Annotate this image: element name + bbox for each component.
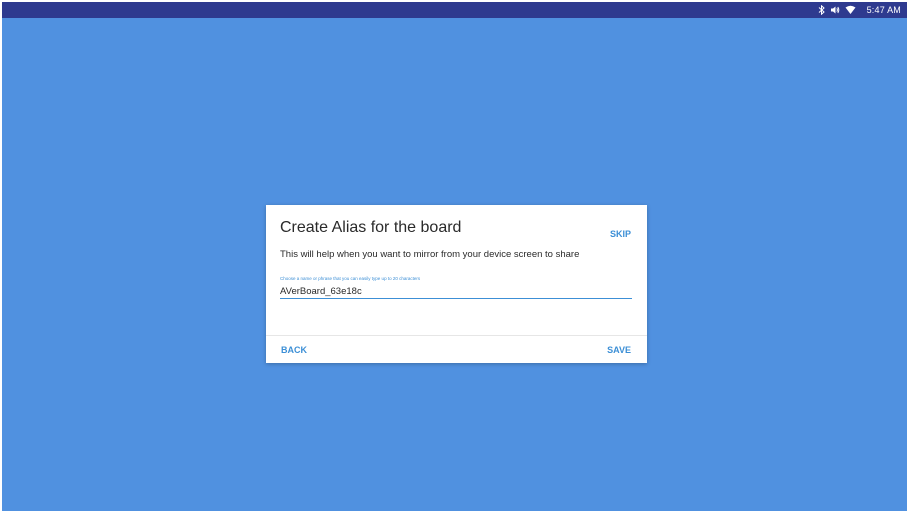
dialog-divider (266, 335, 647, 336)
alias-field-hint: Choose a name or phrase that you can eas… (280, 276, 421, 281)
volume-icon (830, 5, 840, 15)
dialog-title: Create Alias for the board (280, 219, 462, 236)
status-bar: 5:47 AM (2, 2, 907, 18)
screen: 5:47 AM Create Alias for the board SKIP … (2, 2, 907, 511)
status-icons: 5:47 AM (818, 2, 901, 18)
save-button[interactable]: SAVE (607, 345, 631, 355)
status-time: 5:47 AM (866, 5, 901, 15)
bluetooth-icon (818, 5, 825, 15)
wifi-icon (845, 5, 856, 15)
create-alias-dialog: Create Alias for the board SKIP This wil… (266, 205, 647, 363)
skip-button[interactable]: SKIP (610, 229, 631, 239)
alias-input[interactable] (280, 285, 632, 299)
dialog-description: This will help when you want to mirror f… (280, 249, 580, 260)
back-button[interactable]: BACK (281, 345, 307, 355)
